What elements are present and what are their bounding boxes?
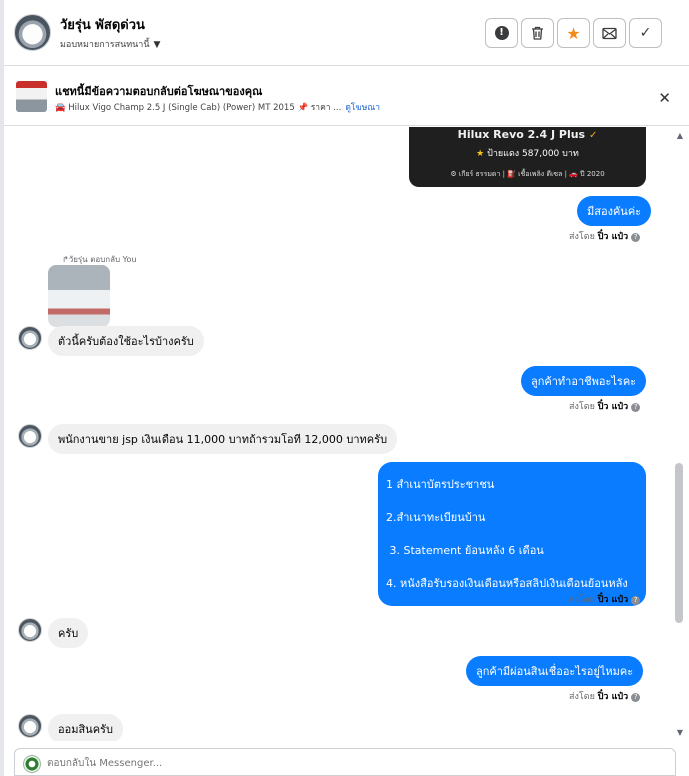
outgoing-message[interactable]: ลูกค้ามีผ่อนสินเชื่ออะไรอยู่ไหมคะ (466, 656, 644, 686)
message-line: 3. Statement ย้อนหลัง 6 เดือน (386, 544, 544, 557)
sender-name: ปิ๋ว แป๋ว (597, 595, 629, 605)
scroll-down-arrow[interactable]: ▼ (677, 728, 683, 737)
incoming-message[interactable]: ครับ (48, 618, 89, 648)
outgoing-message[interactable]: ลูกค้าทำอาชีพอะไรคะ (521, 366, 647, 396)
contact-avatar-small[interactable] (18, 424, 42, 448)
message-list[interactable]: Hilux Revo 2.4 J Plus ✓ ★ ป้ายแดง 587,00… (4, 127, 689, 741)
contact-avatar[interactable] (14, 14, 51, 51)
sender-name: ปิ๋ว แป๋ว (597, 402, 629, 412)
contact-name[interactable]: วัยรุ่น พัสดุด่วน (60, 14, 145, 35)
check-icon: ✓ (639, 25, 652, 41)
ad-card-specs: ⚙ เกียร์ ธรรมดา | ⛽ เชื้อเพลิง ดีเซล | 🚗… (450, 170, 605, 178)
incoming-message[interactable]: พนักงานขาย jsp เงินเดือน 11,000 บาทถ้ารว… (48, 424, 398, 454)
page-avatar-icon (23, 755, 41, 773)
reply-input[interactable] (47, 754, 647, 772)
ad-card-title: Hilux Revo 2.4 J Plus ✓ (409, 128, 646, 141)
ad-banner-description: 🚘 Hilux Vigo Champ 2.5 J (Single Cab) (P… (55, 103, 342, 113)
mark-done-button[interactable]: ✓ (629, 18, 662, 48)
outgoing-message-multiline[interactable]: 1 สำเนาบัตรประชาชน 2.สำเนาทะเบียนบ้าน 3.… (378, 462, 646, 606)
help-icon[interactable]: ? (631, 596, 641, 605)
verified-icon: ✓ (588, 130, 598, 141)
conversation-panel: วัยรุ่น พัสดุด่วน มอบหมายการสนทนานี้ ▼ ! … (0, 0, 689, 776)
trash-icon (532, 26, 543, 40)
scroll-up-arrow[interactable]: ▲ (677, 131, 683, 140)
view-ad-link[interactable]: ดูโฆษณา (345, 103, 380, 113)
conversation-header: วัยรุ่น พัสดุด่วน มอบหมายการสนทนานี้ ▼ ! … (4, 0, 689, 66)
replied-ad-image[interactable] (48, 265, 110, 327)
star-icon: ★ (476, 149, 485, 159)
ad-banner-subtitle: 🚘 Hilux Vigo Champ 2.5 J (Single Cab) (P… (55, 100, 380, 114)
mark-spam-button[interactable]: ! (485, 18, 518, 48)
assign-conversation-dropdown[interactable]: มอบหมายการสนทนานี้ ▼ (60, 37, 160, 51)
ad-thumbnail[interactable] (16, 81, 47, 112)
help-icon[interactable]: ? (631, 403, 641, 412)
ad-card-price: ★ ป้ายแดง 587,000 บาท (409, 146, 646, 160)
sent-by-prefix: ส่งโดย (569, 402, 595, 412)
incoming-message[interactable]: ตัวนี้ครับต้องใช้อะไรบ้างครับ (48, 326, 204, 356)
scrollbar-thumb[interactable] (675, 463, 683, 623)
message-line: 1 สำเนาบัตรประชาชน (386, 478, 495, 491)
outgoing-message[interactable]: มีสองคันค่ะ (577, 196, 652, 226)
sent-by-label: ส่งโดย ปิ๋ว แป๋ว? (569, 592, 641, 606)
sender-name: ปิ๋ว แป๋ว (597, 232, 629, 242)
ad-card-preview[interactable]: Hilux Revo 2.4 J Plus ✓ ★ ป้ายแดง 587,00… (409, 127, 646, 187)
sent-by-label: ส่งโดย ปิ๋ว แป๋ว? (569, 689, 641, 703)
help-icon[interactable]: ? (631, 233, 641, 242)
ad-banner-title: แชทนี้มีข้อความตอบกลับต่อโฆษณาของคุณ (55, 85, 263, 98)
sent-by-prefix: ส่งโดย (569, 692, 595, 702)
mark-unread-button[interactable] (593, 18, 626, 48)
sent-by-prefix: ส่งโดย (569, 595, 595, 605)
sent-by-label: ส่งโดย ปิ๋ว แป๋ว? (569, 229, 641, 243)
ad-card-price-text: ป้ายแดง 587,000 บาท (487, 149, 579, 159)
delete-button[interactable] (521, 18, 554, 48)
ad-card-title-text: Hilux Revo 2.4 J Plus (457, 128, 586, 141)
contact-avatar-small[interactable] (18, 714, 42, 738)
sender-name: ปิ๋ว แป๋ว (597, 692, 629, 702)
help-icon[interactable]: ? (631, 693, 641, 702)
star-button[interactable]: ★ (557, 18, 590, 48)
message-line: 2.สำเนาทะเบียนบ้าน (386, 511, 486, 524)
sent-by-label: ส่งโดย ปิ๋ว แป๋ว? (569, 399, 641, 413)
star-icon: ★ (566, 23, 581, 43)
ad-reply-banner: แชทนี้มีข้อความตอบกลับต่อโฆษณาของคุณ 🚘 H… (4, 67, 689, 126)
contact-avatar-small[interactable] (18, 326, 42, 350)
close-icon[interactable]: ✕ (658, 89, 671, 107)
sent-by-prefix: ส่งโดย (569, 232, 595, 242)
incoming-message[interactable]: ออมสินครับ (48, 714, 123, 741)
mail-icon (602, 27, 617, 39)
caret-down-icon: ▼ (153, 40, 161, 50)
assign-label: มอบหมายการสนทนานี้ (60, 40, 150, 50)
contact-avatar-small[interactable] (18, 618, 42, 642)
alert-icon: ! (494, 26, 509, 40)
reply-composer (14, 748, 676, 776)
